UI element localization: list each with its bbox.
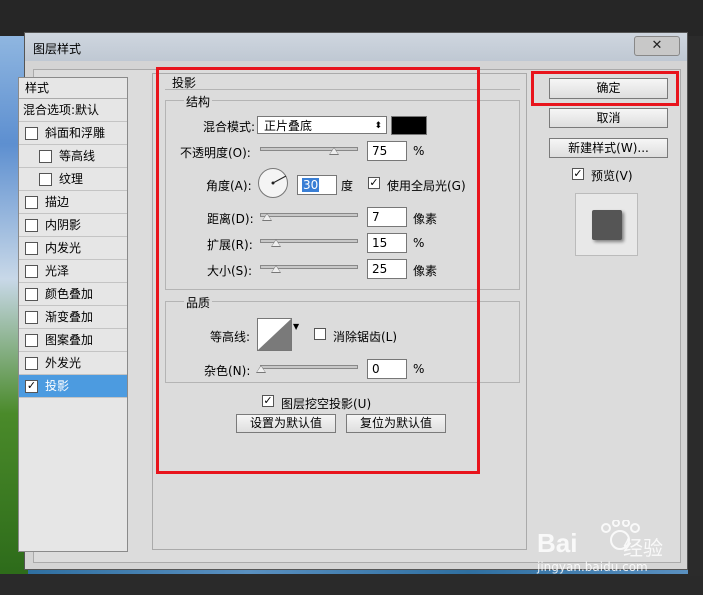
watermark-brand-suffix: 经验: [623, 536, 663, 560]
watermark-url: jingyan.baidu.com: [537, 560, 648, 574]
color-overlay-checkbox[interactable]: [25, 288, 38, 301]
new-style-button[interactable]: 新建样式(W)...: [549, 138, 668, 158]
list-item-inner-glow[interactable]: 内发光: [19, 237, 127, 260]
list-item-label: 等高线: [59, 149, 96, 163]
list-item-pattern-overlay[interactable]: 图案叠加: [19, 329, 127, 352]
preview-label: 预览(V): [591, 169, 633, 183]
styles-list: 样式 混合选项:默认 斜面和浮雕 等高线 纹理 描边 内阴影 内发光 光泽 颜色…: [18, 77, 128, 552]
watermark-brand: Bai: [537, 528, 578, 558]
list-item-label: 描边: [45, 195, 70, 209]
list-item-label: 斜面和浮雕: [45, 126, 106, 140]
preview-checkbox[interactable]: ✓: [572, 168, 584, 180]
list-item-label: 图案叠加: [45, 333, 94, 347]
list-item-label: 外发光: [45, 356, 82, 370]
list-item-bevel-emboss[interactable]: 斜面和浮雕: [19, 122, 127, 145]
title-bar[interactable]: 图层样式 ✕: [25, 33, 687, 61]
background-top: [0, 0, 703, 36]
outer-glow-checkbox[interactable]: [25, 357, 38, 370]
list-item-contour[interactable]: 等高线: [19, 145, 127, 168]
highlight-box-ok: [531, 71, 679, 106]
list-item-texture[interactable]: 纹理: [19, 168, 127, 191]
preview-thumbnail: [592, 210, 622, 240]
pattern-overlay-checkbox[interactable]: [25, 334, 38, 347]
styles-list-header[interactable]: 样式: [19, 78, 127, 99]
list-item-gradient-overlay[interactable]: 渐变叠加: [19, 306, 127, 329]
style-preview: [575, 193, 638, 256]
satin-checkbox[interactable]: [25, 265, 38, 278]
list-item-label: 内发光: [45, 241, 82, 255]
list-item-satin[interactable]: 光泽: [19, 260, 127, 283]
list-item-stroke[interactable]: 描边: [19, 191, 127, 214]
contour-checkbox[interactable]: [39, 150, 52, 163]
list-item-label: 内阴影: [45, 218, 82, 232]
cancel-button[interactable]: 取消: [549, 108, 668, 128]
list-item-label: 纹理: [59, 172, 84, 186]
window-title: 图层样式: [33, 42, 82, 56]
list-item-color-overlay[interactable]: 颜色叠加: [19, 283, 127, 306]
highlight-box-panel: [156, 67, 480, 474]
list-item-label: 投影: [45, 379, 70, 393]
bevel-emboss-checkbox[interactable]: [25, 127, 38, 140]
list-item-label: 颜色叠加: [45, 287, 94, 301]
stroke-checkbox[interactable]: [25, 196, 38, 209]
inner-shadow-checkbox[interactable]: [25, 219, 38, 232]
list-item-blending-options[interactable]: 混合选项:默认: [19, 99, 127, 122]
list-item-drop-shadow[interactable]: ✓ 投影: [19, 375, 127, 398]
list-item-label: 混合选项:默认: [23, 103, 100, 117]
inner-glow-checkbox[interactable]: [25, 242, 38, 255]
drop-shadow-checkbox[interactable]: ✓: [25, 380, 38, 393]
list-item-inner-shadow[interactable]: 内阴影: [19, 214, 127, 237]
list-item-label: 光泽: [45, 264, 70, 278]
list-item-outer-glow[interactable]: 外发光: [19, 352, 127, 375]
baidu-watermark: Bai 经验 jingyan.baidu.com: [535, 520, 695, 575]
gradient-overlay-checkbox[interactable]: [25, 311, 38, 324]
texture-checkbox[interactable]: [39, 173, 52, 186]
background-right: [688, 36, 703, 576]
background-bottom: [0, 574, 703, 595]
close-button[interactable]: ✕: [634, 36, 680, 56]
list-item-label: 渐变叠加: [45, 310, 94, 324]
